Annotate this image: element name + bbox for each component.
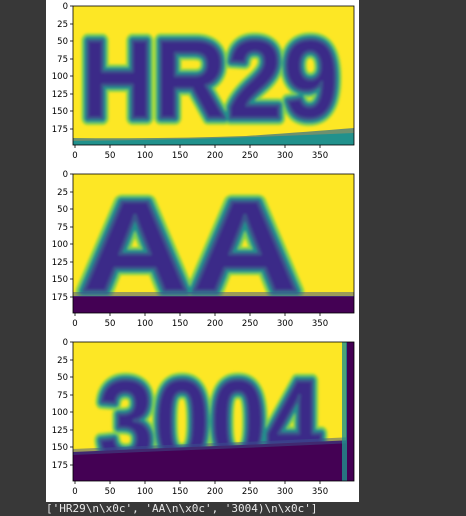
x-tick-label: 100	[137, 319, 153, 329]
x-tick-label: 250	[242, 151, 258, 161]
x-tick-label: 250	[242, 319, 258, 329]
y-tick-label: 0	[63, 2, 68, 12]
y-tick-label: 50	[57, 37, 68, 47]
y-tick-label: 50	[57, 373, 68, 383]
y-tick-label: 75	[57, 391, 68, 401]
x-axis-panel-1: 0 50 100 150 200 250 300 350	[72, 145, 328, 161]
y-tick-label: 150	[52, 443, 68, 453]
image-hr29: HR29 HR29 HR29	[73, 6, 354, 145]
x-axis-panel-3: 0 50 100 150 200 250 300 350	[72, 481, 328, 497]
y-tick-label: 175	[52, 461, 68, 471]
y-tick-label: 25	[57, 188, 68, 198]
x-tick-label: 100	[137, 151, 153, 161]
x-tick-label: 350	[312, 487, 328, 497]
x-tick-label: 0	[72, 319, 77, 329]
x-tick-label: 0	[72, 487, 77, 497]
plot-panel-1: HR29 HR29 HR29 0 50 100 150 200 250 300 …	[52, 2, 355, 161]
x-tick-label: 300	[277, 319, 293, 329]
y-tick-label: 150	[52, 107, 68, 117]
y-tick-label: 100	[52, 72, 68, 82]
y-axis-panel-1: 0 25 50 75 100 125 150 175	[52, 2, 73, 135]
x-tick-label: 350	[312, 319, 328, 329]
y-tick-label: 125	[52, 90, 68, 100]
y-tick-label: 75	[57, 55, 68, 65]
x-tick-label: 300	[277, 487, 293, 497]
x-tick-label: 50	[105, 151, 116, 161]
x-tick-label: 250	[242, 487, 258, 497]
y-axis-panel-2: 0 25 50 75 100 125 150 175	[52, 170, 73, 303]
x-tick-label: 0	[72, 151, 77, 161]
y-axis-panel-3: 0 25 50 75 100 125 150 175	[52, 338, 73, 471]
cell-output-text: ['HR29\n\x0c', 'AA\n\x0c', '3004)\n\x0c'…	[46, 502, 318, 515]
figure-svg: HR29 HR29 HR29 0 50 100 150 200 250 300 …	[52, 2, 355, 497]
svg-text:HR29: HR29	[81, 17, 339, 142]
y-tick-label: 175	[52, 293, 68, 303]
x-tick-label: 350	[312, 151, 328, 161]
x-tick-label: 50	[105, 487, 116, 497]
y-tick-label: 50	[57, 205, 68, 215]
x-tick-label: 150	[172, 151, 188, 161]
x-tick-label: 100	[137, 487, 153, 497]
figure-output: HR29 HR29 HR29 0 50 100 150 200 250 300 …	[46, 0, 359, 502]
y-tick-label: 0	[63, 170, 68, 180]
y-tick-label: 25	[57, 356, 68, 366]
y-tick-label: 100	[52, 408, 68, 418]
x-tick-label: 200	[207, 151, 223, 161]
y-tick-label: 0	[63, 338, 68, 348]
plot-panel-2: AA AA AA 0 50 100 150 200 250 300 350 0 …	[52, 170, 355, 329]
y-tick-label: 75	[57, 223, 68, 233]
y-tick-label: 175	[52, 125, 68, 135]
y-tick-label: 125	[52, 426, 68, 436]
y-tick-label: 25	[57, 20, 68, 30]
x-tick-label: 50	[105, 319, 116, 329]
x-axis-panel-2: 0 50 100 150 200 250 300 350	[72, 313, 328, 329]
image-aa: AA AA AA	[73, 174, 354, 313]
y-tick-label: 100	[52, 240, 68, 250]
x-tick-label: 300	[277, 151, 293, 161]
x-tick-label: 200	[207, 319, 223, 329]
y-tick-label: 150	[52, 275, 68, 285]
x-tick-label: 150	[172, 487, 188, 497]
y-tick-label: 125	[52, 258, 68, 268]
x-tick-label: 200	[207, 487, 223, 497]
image-3004: 3004 3004 3004	[73, 342, 354, 481]
plot-panel-3: 3004 3004 3004 0 50 100 150 200 250 300 …	[52, 338, 355, 497]
x-tick-label: 150	[172, 319, 188, 329]
